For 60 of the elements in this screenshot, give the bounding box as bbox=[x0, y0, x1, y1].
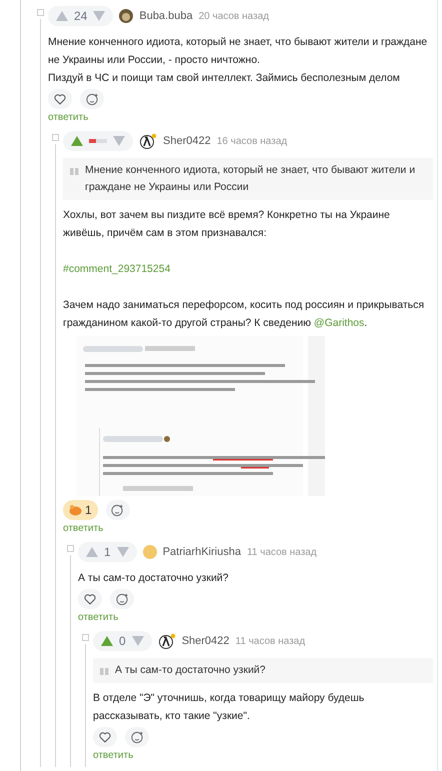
add-reaction-button[interactable] bbox=[106, 500, 130, 520]
reaction-button[interactable]: 1 bbox=[63, 500, 98, 520]
collapse-toggle[interactable] bbox=[37, 9, 44, 16]
collapse-toggle[interactable] bbox=[82, 634, 89, 641]
username[interactable]: PatriarhKiriusha bbox=[162, 544, 241, 560]
username[interactable]: Sher0422 bbox=[182, 632, 230, 650]
smiley-plus-icon bbox=[116, 592, 128, 606]
comment-text: Мнение конченного идиота, который не знает, что бывают жители и граждане не Украины или России, - просто ничтожно. bbox=[48, 35, 428, 68]
link[interactable]: #comment_293715254 bbox=[63, 263, 170, 275]
username[interactable]: Buba.buba bbox=[139, 8, 193, 24]
smiley-plus-icon bbox=[130, 730, 144, 744]
upvote-icon[interactable] bbox=[86, 547, 98, 557]
reply-link[interactable]: ответить bbox=[48, 112, 88, 123]
avatar-icon bbox=[119, 9, 134, 23]
heart-icon bbox=[99, 732, 111, 742]
avatar-icon bbox=[142, 545, 157, 559]
upvote-icon[interactable] bbox=[56, 11, 68, 21]
quote-text: А ты сам-то достаточно узкий? bbox=[115, 663, 266, 678]
quote-text: Мнение конченного идиота, который не знает, что бывают жители и граждане не Украины или России bbox=[85, 163, 416, 195]
reply-link[interactable]: ответить bbox=[63, 523, 104, 534]
downvote-icon[interactable] bbox=[132, 636, 144, 646]
heart-icon bbox=[84, 594, 96, 604]
comment-text: А ты сам-то достаточно узкий? bbox=[78, 571, 230, 586]
reaction-button[interactable] bbox=[48, 89, 72, 109]
collapse-toggle[interactable] bbox=[67, 545, 74, 552]
comment-text: В отделе "Э" уточнишь, когда товарищу майору будешь рассказывать, кто такие "узкие". bbox=[93, 691, 366, 724]
avatar-icon bbox=[139, 133, 157, 149]
quote-icon bbox=[100, 668, 109, 675]
reply-link[interactable]: ответить bbox=[93, 750, 134, 761]
downvote-icon[interactable] bbox=[113, 136, 125, 146]
quote-icon bbox=[70, 168, 79, 175]
reply-link[interactable]: ответить bbox=[78, 612, 118, 623]
upvote-icon[interactable] bbox=[101, 636, 113, 646]
timestamp: 11 часов назад bbox=[235, 634, 306, 648]
downvote-icon[interactable] bbox=[116, 547, 129, 557]
add-reaction-button[interactable] bbox=[110, 589, 134, 609]
upvote-icon[interactable] bbox=[71, 136, 83, 146]
comment-text: Хохлы, вот зачем вы пиздите всё время? Конкретно ты на Украине живёшь, причём сам в этом признавался: bbox=[63, 208, 391, 241]
comment-text: Пиздуй в ЧС и поищи там свой интеллект. Займись бесполезным делом bbox=[48, 71, 401, 86]
username[interactable]: Sher0422 bbox=[163, 132, 211, 150]
reaction-button[interactable] bbox=[78, 589, 102, 609]
smiley-plus-icon bbox=[86, 92, 98, 106]
avatar-icon bbox=[158, 633, 176, 649]
add-reaction-button[interactable] bbox=[80, 89, 104, 109]
heart-icon bbox=[54, 94, 66, 104]
comment-text: Зачем надо заниматься перефорсом, косить под россиян и прикрываться гражданином какой-то другой страны? К сведению @Garithos. bbox=[63, 298, 426, 331]
link[interactable]: @Garithos bbox=[314, 317, 364, 329]
reaction-button[interactable] bbox=[93, 727, 117, 747]
add-reaction-button[interactable] bbox=[125, 727, 149, 747]
score: 0 bbox=[119, 633, 126, 650]
downvote-icon[interactable] bbox=[93, 11, 106, 21]
hidden-rating-icon bbox=[89, 139, 107, 143]
smiley-plus-icon bbox=[111, 504, 124, 516]
timestamp: 20 часов назад bbox=[198, 10, 269, 24]
clap-icon bbox=[69, 504, 82, 516]
score: 1 bbox=[104, 544, 111, 561]
score: 24 bbox=[74, 8, 88, 25]
timestamp: 11 часов назад bbox=[246, 546, 317, 560]
timestamp: 16 часов назад bbox=[216, 134, 288, 148]
collapse-toggle[interactable] bbox=[52, 134, 59, 141]
